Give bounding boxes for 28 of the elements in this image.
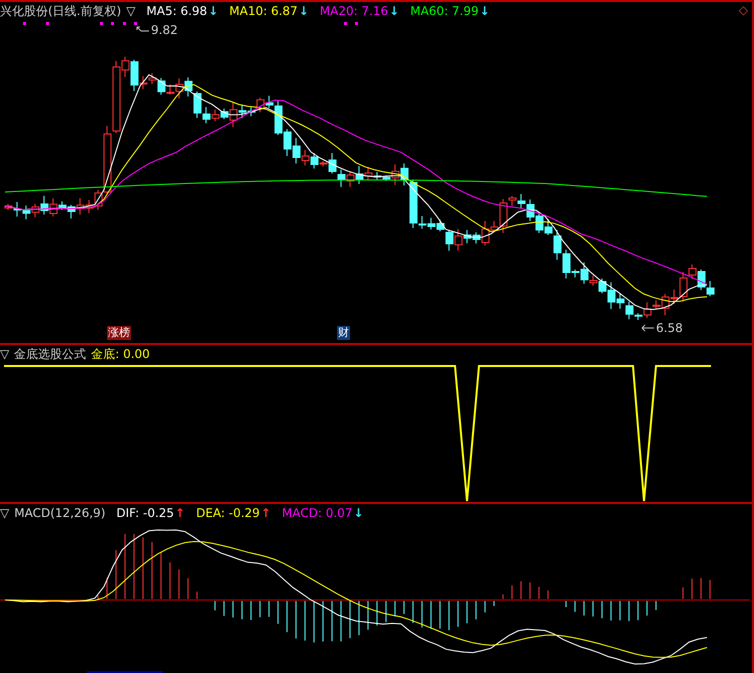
indicator-value: MACD: 0.07: [282, 505, 352, 521]
indicator-value: 金底: 0.00: [91, 346, 150, 362]
collapse-marker[interactable]: ▽: [0, 346, 10, 362]
high-price-label: 9.82: [151, 22, 178, 38]
indicator-value: MA20: 7.16: [320, 3, 388, 19]
indicator-value: DEA: -0.29: [196, 505, 260, 521]
event-tag[interactable]: 涨榜: [107, 326, 131, 340]
indicator-value: MA5: 6.98: [146, 3, 208, 19]
collapse-marker[interactable]: ▽: [0, 505, 10, 521]
low-price-label: 6.58: [656, 320, 683, 336]
trend-arrow: ↓: [353, 505, 364, 521]
macd-title: MACD(12,26,9): [14, 505, 106, 521]
indicator-value: MA10: 6.87: [229, 3, 298, 19]
collapse-marker[interactable]: ▽: [126, 3, 136, 19]
trend-arrow: ↓: [208, 3, 218, 19]
trend-arrow: ↑: [260, 505, 271, 521]
diamond-icon[interactable]: ◇: [738, 3, 748, 17]
leader-line: [641, 324, 655, 332]
event-tag[interactable]: 财: [337, 326, 350, 340]
formula-title: 金底选股公式: [14, 346, 86, 362]
indicator-value: DIF: -0.25: [116, 505, 174, 521]
trend-arrow: ↓: [389, 3, 400, 19]
stock-title: 兴化股份(日线.前复权): [0, 3, 122, 19]
indicator-value: MA60: 7.99: [410, 3, 479, 19]
trend-arrow: ↓: [480, 3, 490, 19]
leader-line: [136, 26, 150, 34]
trend-arrow: ↑: [175, 505, 186, 521]
trend-arrow: ↓: [298, 3, 309, 19]
